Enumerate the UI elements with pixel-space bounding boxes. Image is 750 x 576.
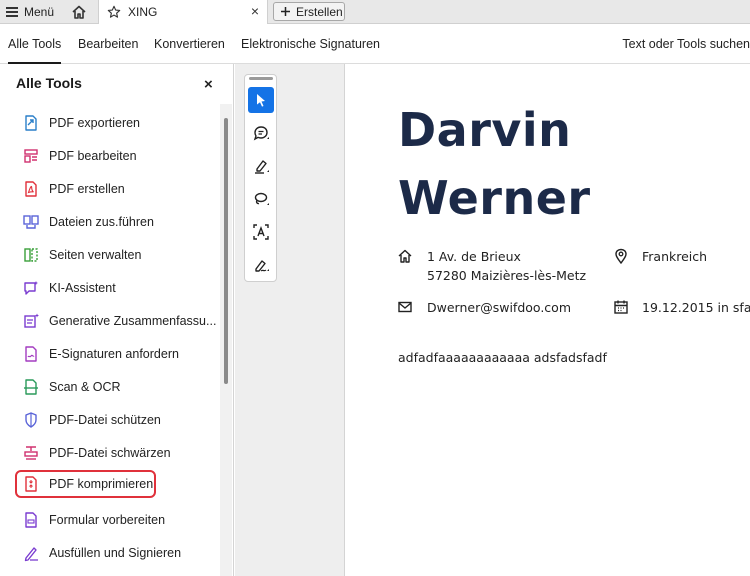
tool-scan-ocr[interactable]: Scan & OCR: [16, 373, 212, 401]
tool-label: Formular vorbereiten: [49, 513, 166, 527]
tool-label: E-Signaturen anfordern: [49, 347, 179, 361]
tool-request-esignatures[interactable]: E-Signaturen anfordern: [16, 340, 212, 368]
location-pin-icon: [615, 248, 627, 264]
document-last-name: Werner: [398, 171, 591, 225]
address-line-2: 57280 Maizières-lès-Metz: [427, 268, 587, 283]
protect-pdf-icon: [25, 412, 37, 428]
request-esign-icon: [25, 346, 37, 362]
highlight-tool-button[interactable]: [248, 153, 274, 179]
text-recognition-icon: [253, 224, 269, 240]
hamburger-icon: [6, 7, 18, 17]
tool-ai-assistant[interactable]: KI-Assistent: [16, 274, 212, 302]
fill-sign-pen-icon: [255, 260, 269, 272]
ai-assistant-icon: [24, 281, 38, 295]
create-pdf-icon: [25, 181, 37, 197]
tool-generative-summary[interactable]: Generative Zusammenfassu...: [16, 307, 216, 335]
search-tools-input[interactable]: Text oder Tools suchen: [622, 24, 750, 64]
tab-strip: Menü XING × Erstellen: [0, 0, 750, 24]
quick-tools-strip: [244, 74, 277, 282]
organize-pages-icon: [24, 248, 38, 262]
close-panel-icon[interactable]: ×: [204, 76, 213, 93]
tool-compress-pdf[interactable]: PDF komprimieren: [15, 470, 156, 498]
menu-button[interactable]: Menü: [6, 3, 54, 21]
close-tab-icon[interactable]: ×: [251, 3, 259, 19]
create-button[interactable]: Erstellen: [273, 2, 345, 21]
calendar-icon: [614, 300, 628, 314]
draw-lasso-icon: [254, 192, 269, 205]
home-button[interactable]: [66, 1, 92, 23]
tool-label: Ausfüllen und Signieren: [49, 546, 182, 560]
tool-fill-sign[interactable]: Ausfüllen und Signieren: [16, 539, 212, 567]
menu-edit[interactable]: Bearbeiten: [78, 24, 138, 64]
mail-icon: [398, 301, 412, 313]
date-text: 19.12.2015 in sfad: [642, 300, 750, 315]
tool-organize-pages[interactable]: Seiten verwalten: [16, 241, 212, 269]
tool-protect-pdf[interactable]: PDF-Datei schützen: [16, 406, 212, 434]
menu-label: Menü: [24, 5, 55, 19]
menu-all-tools[interactable]: Alle Tools: [8, 24, 62, 64]
fill-sign-icon: [24, 547, 38, 562]
tool-label: PDF exportieren: [49, 116, 141, 130]
highlight-pen-icon: [255, 160, 269, 174]
email-text: Dwerner@swifdoo.com: [427, 300, 572, 315]
tool-label: Dateien zus.führen: [49, 215, 154, 229]
tool-label: KI-Assistent: [49, 281, 116, 295]
tool-combine-files[interactable]: Dateien zus.führen: [16, 208, 212, 236]
export-pdf-icon: [25, 115, 37, 131]
draw-tool-button[interactable]: [248, 186, 274, 212]
tool-prepare-form[interactable]: Formular vorbereiten: [16, 506, 212, 534]
main-toolbar: Alle Tools Bearbeiten Konvertieren Elekt…: [0, 24, 750, 64]
tool-edit-pdf[interactable]: PDF bearbeiten: [16, 142, 212, 170]
redact-pdf-icon: [24, 446, 38, 460]
tool-label: PDF-Datei schwärzen: [49, 446, 171, 460]
panel-scrollbar[interactable]: [220, 104, 232, 576]
home-icon: [398, 249, 412, 263]
select-tool-button[interactable]: [248, 87, 274, 113]
drag-handle[interactable]: [249, 77, 273, 80]
prepare-form-icon: [25, 512, 37, 528]
compress-pdf-icon: [25, 476, 37, 492]
menu-convert[interactable]: Konvertieren: [154, 24, 225, 64]
menu-e-signatures[interactable]: Elektronische Signaturen: [241, 24, 380, 64]
document-tab-title: XING: [128, 5, 158, 19]
panel-scrollbar-thumb[interactable]: [224, 118, 228, 384]
generative-summary-icon: [24, 313, 39, 328]
create-label: Erstellen: [296, 4, 343, 19]
tool-redact-pdf[interactable]: PDF-Datei schwärzen: [16, 439, 212, 467]
tool-label: Generative Zusammenfassu...: [49, 314, 217, 328]
tool-export-pdf[interactable]: PDF exportieren: [16, 109, 212, 137]
address-line-1: 1 Av. de Brieux: [427, 249, 521, 264]
tool-create-pdf[interactable]: PDF erstellen: [16, 175, 212, 203]
scan-ocr-icon: [24, 379, 38, 395]
all-tools-panel: Alle Tools × PDF exportieren PDF bearbei…: [0, 64, 234, 576]
tool-label: PDF bearbeiten: [49, 149, 137, 163]
home-icon: [72, 5, 86, 19]
body-text: adfadfaaaaaaaaaaaa adsfadsfadf: [398, 350, 607, 365]
edit-pdf-icon: [24, 149, 38, 163]
comment-icon: [253, 126, 269, 141]
tool-label: Seiten verwalten: [49, 248, 142, 262]
tool-label: PDF komprimieren: [49, 477, 154, 491]
document-first-name: Darvin: [398, 103, 572, 157]
combine-files-icon: [23, 215, 39, 229]
star-icon[interactable]: [107, 5, 121, 19]
tool-label: PDF-Datei schützen: [49, 413, 161, 427]
panel-title: Alle Tools: [16, 75, 82, 91]
tool-label: Scan & OCR: [49, 380, 121, 394]
fill-sign-tool-button[interactable]: [248, 252, 274, 278]
country-text: Frankreich: [642, 249, 708, 264]
select-cursor-icon: [257, 94, 265, 107]
document-tab[interactable]: XING ×: [98, 0, 268, 24]
comment-tool-button[interactable]: [248, 120, 274, 146]
text-recognition-button[interactable]: [248, 219, 274, 245]
plus-icon: [281, 7, 290, 16]
tool-label: PDF erstellen: [49, 182, 125, 196]
